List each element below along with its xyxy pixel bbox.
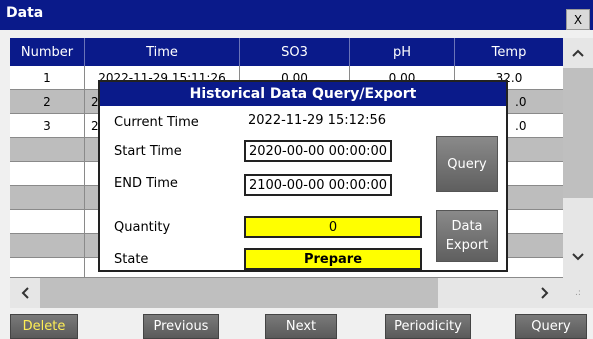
end-time-input[interactable]: 2100-00-00 00:00:00 <box>244 174 392 196</box>
periodicity-button[interactable]: Periodicity <box>385 314 471 339</box>
state-value: Prepare <box>244 248 422 270</box>
end-time-label: END Time <box>114 176 178 191</box>
next-button[interactable]: Next <box>265 314 337 339</box>
dialog-query-button[interactable]: Query <box>436 136 498 192</box>
cell-empty <box>10 186 85 210</box>
query-button[interactable]: Query <box>515 314 587 339</box>
header-temp[interactable]: Temp <box>455 38 563 66</box>
vertical-scrollbar[interactable] <box>563 38 593 278</box>
cell-number: 3 <box>10 114 85 138</box>
scroll-down-icon[interactable] <box>563 242 593 272</box>
cell-empty <box>10 138 85 162</box>
cell-empty <box>10 258 85 278</box>
state-label: State <box>114 252 149 267</box>
cell-empty <box>10 162 85 186</box>
header-number[interactable]: Number <box>10 38 85 66</box>
export-label-line2: Export <box>445 238 489 253</box>
close-button[interactable]: X <box>566 9 590 30</box>
scroll-up-icon[interactable] <box>563 38 593 68</box>
export-label-line1: Data <box>451 219 483 234</box>
start-time-label: Start Time <box>114 144 182 159</box>
horizontal-scroll-thumb[interactable] <box>40 278 438 308</box>
current-time-label: Current Time <box>114 115 199 130</box>
cell-empty <box>10 210 85 234</box>
scroll-left-icon[interactable] <box>10 278 40 308</box>
header-time[interactable]: Time <box>85 38 240 66</box>
table-header: Number Time SO3 pH Temp <box>10 38 563 66</box>
cell-number: 1 <box>10 66 85 90</box>
header-ph[interactable]: pH <box>350 38 455 66</box>
data-export-button[interactable]: Data Export <box>436 210 498 262</box>
dialog-title: Historical Data Query/Export <box>100 82 506 106</box>
cell-number: 2 <box>10 90 85 114</box>
window-title-bar: Data <box>0 0 593 30</box>
start-time-input[interactable]: 2020-00-00 00:00:00 <box>244 140 392 162</box>
delete-button[interactable]: Delete <box>10 314 78 339</box>
scroll-right-icon[interactable] <box>530 278 560 308</box>
cell-empty <box>10 234 85 258</box>
previous-button[interactable]: Previous <box>143 314 219 339</box>
header-so3[interactable]: SO3 <box>240 38 350 66</box>
quantity-value: 0 <box>244 216 422 238</box>
vertical-scroll-thumb[interactable] <box>563 68 593 198</box>
resize-grip-icon[interactable]: .: <box>563 278 593 308</box>
window-title: Data <box>6 5 44 21</box>
current-time-value: 2022-11-29 15:12:56 <box>248 113 387 128</box>
quantity-label: Quantity <box>114 220 171 235</box>
horizontal-scrollbar[interactable] <box>10 278 563 308</box>
query-export-dialog: Historical Data Query/Export Current Tim… <box>98 80 508 272</box>
